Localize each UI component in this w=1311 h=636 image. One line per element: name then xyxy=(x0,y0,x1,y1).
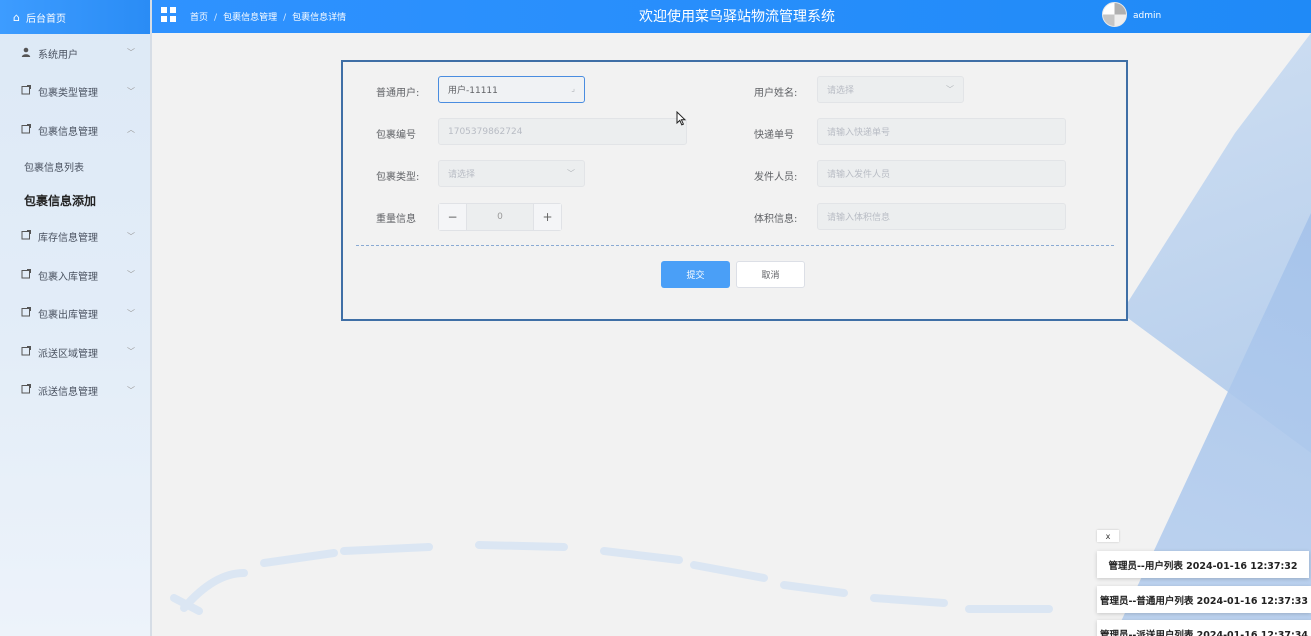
sidebar-item-delivery-area[interactable]: 派送区域管理 ﹀ xyxy=(0,333,150,372)
sidebar-item-label: 派送区域管理 xyxy=(38,348,98,360)
close-notifications-button[interactable]: x xyxy=(1097,530,1119,542)
breadcrumb-separator: / xyxy=(214,13,218,23)
sidebar-item-label: 包裹信息管理 xyxy=(38,126,98,138)
username-select[interactable]: 请选择 ﹀ xyxy=(817,76,964,103)
sidebar-item-parcel-info[interactable]: 包裹信息管理 ︿ xyxy=(0,111,150,150)
user-select-value: 用户-11111 xyxy=(448,86,498,96)
username[interactable]: admin xyxy=(1133,11,1161,21)
type-label: 包裹类型: xyxy=(376,172,420,183)
breadcrumb: 首页 / 包裹信息管理 / 包裹信息详情 xyxy=(190,10,346,23)
sidebar-item-label: 派送信息管理 xyxy=(38,387,98,399)
sidebar-subitem-label: 包裹信息添加 xyxy=(24,194,97,208)
parcel-no-value: 1705379862724 xyxy=(448,126,523,137)
chevron-down-icon: ﹀ xyxy=(127,231,135,241)
chevron-down-icon: ﹀ xyxy=(946,85,954,94)
chevron-down-icon: ﹀ xyxy=(127,86,135,96)
volume-label: 体积信息: xyxy=(754,214,798,225)
doc-icon xyxy=(21,123,31,137)
chevron-down-icon: ﹀ xyxy=(567,169,575,178)
caret-icon: ⌟ xyxy=(571,84,575,93)
sender-input[interactable]: 请输入发件人员 xyxy=(817,160,1066,187)
chevron-down-icon: ﹀ xyxy=(127,347,135,356)
form-divider xyxy=(356,245,1114,246)
avatar[interactable] xyxy=(1102,2,1127,27)
doc-icon xyxy=(21,345,31,359)
notification-item[interactable]: 管理员--派送用户列表 2024-01-16 12:37:34 xyxy=(1097,620,1311,636)
user-select[interactable]: 用户-11111 ⌟ xyxy=(438,76,585,103)
type-select[interactable]: 请选择 ﹀ xyxy=(438,160,585,187)
sidebar-subitem-parcel-add[interactable]: 包裹信息添加 xyxy=(0,184,150,218)
volume-input[interactable]: 请输入体积信息 xyxy=(817,203,1066,230)
weight-stepper: − 0 + xyxy=(438,203,562,231)
doc-icon xyxy=(21,230,31,243)
system-title: 欢迎使用菜鸟驿站物流管理系统 xyxy=(639,9,835,25)
background-arrows xyxy=(170,541,1053,615)
sidebar-item-system-users[interactable]: 系统用户 ﹀ xyxy=(0,34,150,73)
sidebar-item-label: 系统用户 xyxy=(38,49,78,61)
doc-icon xyxy=(21,384,31,397)
parcel-no-label: 包裹编号 xyxy=(376,130,416,141)
sidebar-item-inbound[interactable]: 包裹入库管理 ﹀ xyxy=(0,256,150,295)
sender-label: 发件人员: xyxy=(754,172,798,183)
mouse-cursor-icon xyxy=(676,111,686,126)
doc-icon xyxy=(21,85,31,98)
notification-item[interactable]: 管理员--普通用户列表 2024-01-16 12:37:33 xyxy=(1097,586,1311,613)
breadcrumb-parcel-manage[interactable]: 包裹信息管理 xyxy=(223,13,277,23)
username-label: 用户姓名: xyxy=(754,88,798,99)
top-header: 首页 / 包裹信息管理 / 包裹信息详情 欢迎使用菜鸟驿站物流管理系统 admin xyxy=(152,0,1311,33)
tracking-placeholder: 请输入快递单号 xyxy=(827,128,891,138)
type-select-placeholder: 请选择 xyxy=(448,170,476,180)
cancel-button[interactable]: 取消 xyxy=(736,261,805,288)
sidebar: ⌂ 后台首页 系统用户 ﹀ 包裹类型管理 ﹀ 包裹信息管理 ︿ 包裹信息列表 包… xyxy=(0,0,152,636)
sidebar-item-label: 库存信息管理 xyxy=(38,233,98,245)
breadcrumb-separator: / xyxy=(283,13,287,23)
sidebar-item-outbound[interactable]: 包裹出库管理 ﹀ xyxy=(0,295,150,334)
chevron-down-icon: ﹀ xyxy=(127,48,135,57)
user-icon xyxy=(21,47,31,60)
username-select-placeholder: 请选择 xyxy=(827,86,855,96)
sidebar-subitem-label: 包裹信息列表 xyxy=(24,163,84,174)
weight-value[interactable]: 0 xyxy=(467,204,533,230)
parcel-no-input[interactable]: 1705379862724 xyxy=(438,118,687,145)
main-content: 普通用户: 用户-11111 ⌟ 用户姓名: 请选择 ﹀ 包裹编号 170537… xyxy=(154,33,1311,636)
sidebar-home[interactable]: ⌂ 后台首页 xyxy=(0,0,150,34)
chevron-down-icon: ﹀ xyxy=(127,308,135,318)
weight-label: 重量信息 xyxy=(376,214,416,225)
breadcrumb-parcel-detail: 包裹信息详情 xyxy=(292,13,347,23)
submit-button[interactable]: 提交 xyxy=(661,261,730,288)
sidebar-item-label: 包裹类型管理 xyxy=(38,88,98,100)
menu-grid-icon[interactable] xyxy=(161,7,176,22)
home-icon: ⌂ xyxy=(13,10,20,24)
user-label: 普通用户: xyxy=(376,88,420,99)
volume-placeholder: 请输入体积信息 xyxy=(827,213,891,223)
tracking-label: 快递单号 xyxy=(754,130,794,141)
sidebar-item-parcel-type[interactable]: 包裹类型管理 ﹀ xyxy=(0,73,150,112)
minus-button[interactable]: − xyxy=(439,204,467,230)
sidebar-item-delivery-info[interactable]: 派送信息管理 ﹀ xyxy=(0,372,150,411)
sidebar-item-label: 包裹出库管理 xyxy=(38,310,98,322)
sidebar-item-inventory[interactable]: 库存信息管理 ﹀ xyxy=(0,218,150,257)
breadcrumb-home[interactable]: 首页 xyxy=(190,13,208,23)
plus-button[interactable]: + xyxy=(533,204,561,230)
tracking-input[interactable]: 请输入快递单号 xyxy=(817,118,1066,145)
sender-placeholder: 请输入发件人员 xyxy=(827,170,891,180)
chevron-down-icon: ﹀ xyxy=(127,270,135,279)
notification-item[interactable]: 管理员--用户列表 2024-01-16 12:37:32 xyxy=(1097,551,1309,578)
sidebar-subitem-parcel-list[interactable]: 包裹信息列表 xyxy=(0,150,150,184)
parcel-form-card: 普通用户: 用户-11111 ⌟ 用户姓名: 请选择 ﹀ 包裹编号 170537… xyxy=(341,60,1128,321)
doc-icon xyxy=(21,307,31,320)
doc-icon xyxy=(21,268,31,282)
sidebar-item-label: 包裹入库管理 xyxy=(38,271,98,283)
chevron-up-icon: ︿ xyxy=(127,125,135,134)
sidebar-home-label: 后台首页 xyxy=(25,13,66,25)
chevron-down-icon: ﹀ xyxy=(127,385,135,395)
